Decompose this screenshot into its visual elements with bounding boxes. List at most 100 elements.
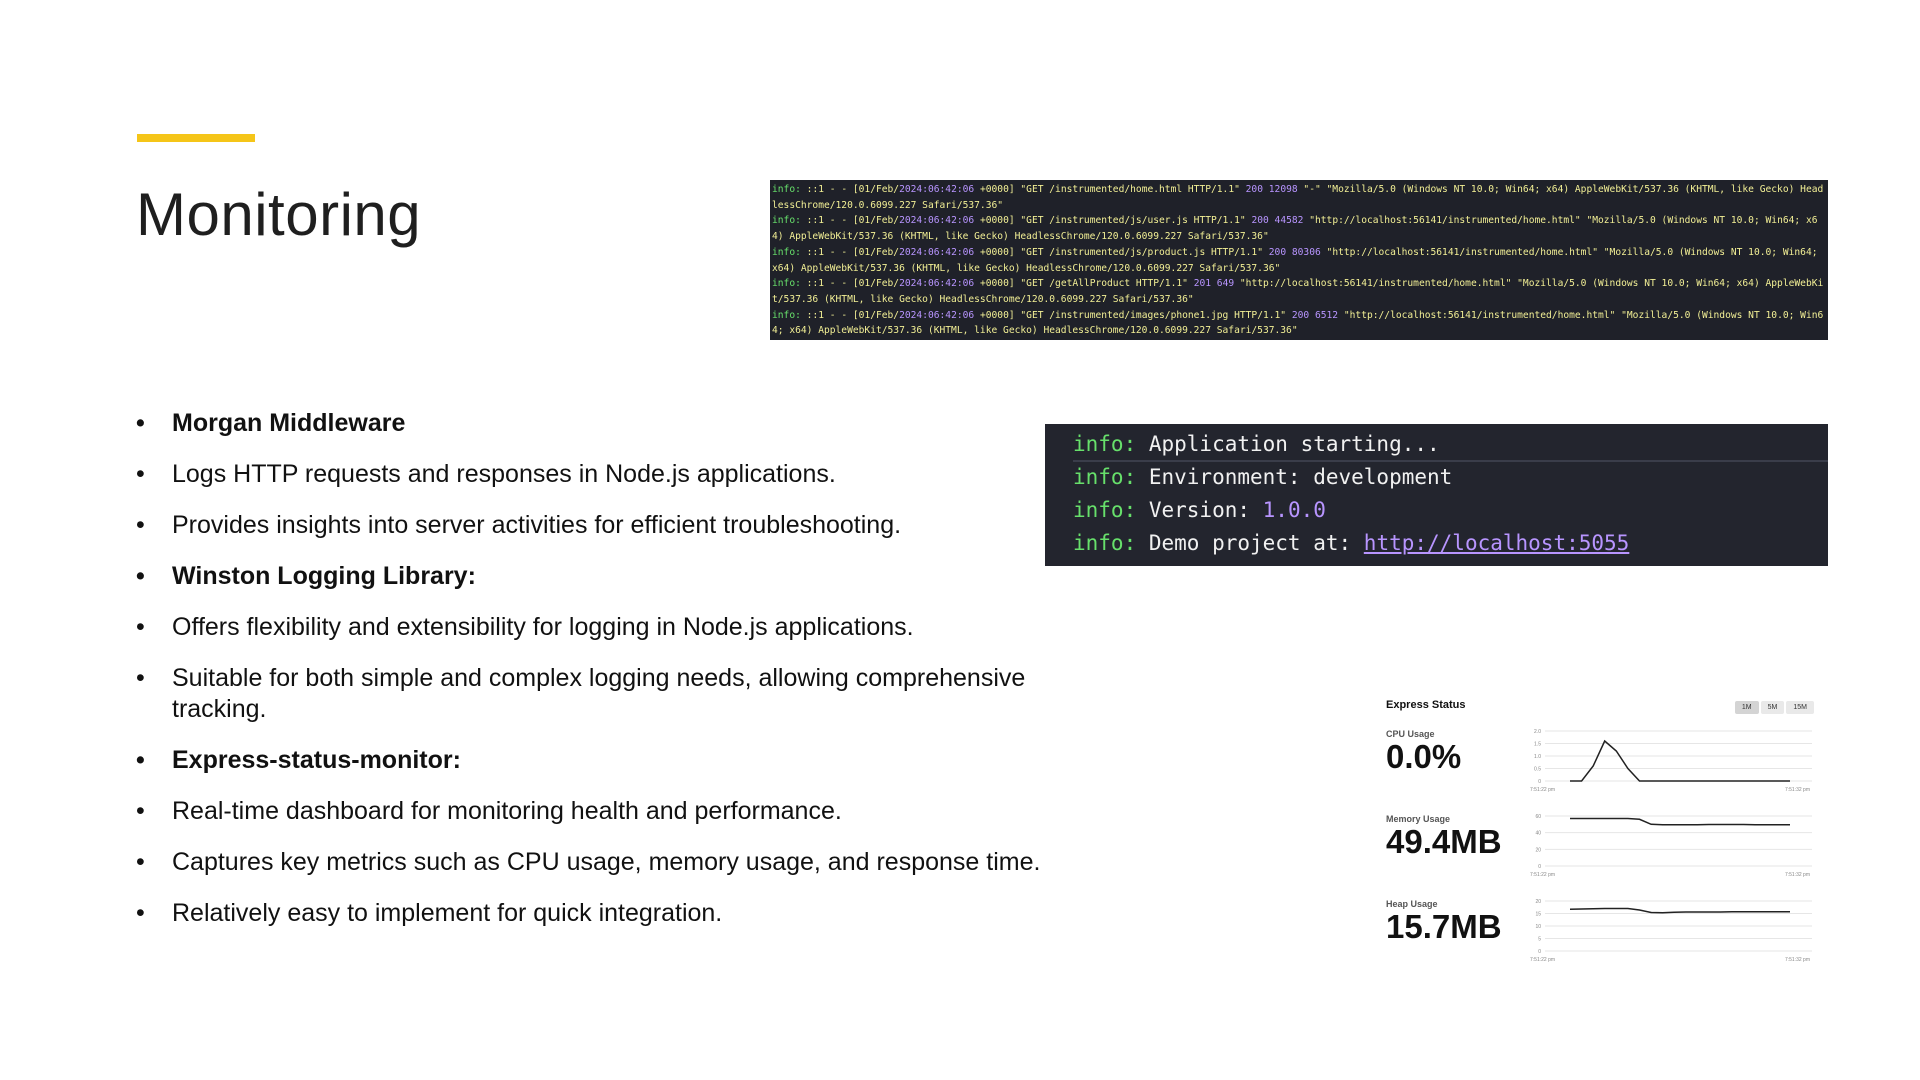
y-tick-label: 0	[1538, 949, 1541, 955]
bullet-text: Suitable for both simple and complex log…	[172, 664, 1026, 723]
log-message: Environment: development	[1136, 465, 1453, 489]
time-range-tab-1m[interactable]: 1M	[1734, 701, 1759, 714]
bullet-text: Winston Logging Library:	[172, 562, 476, 590]
log-level: info:	[772, 215, 801, 227]
y-tick-label: 0	[1538, 864, 1541, 870]
bullet-marker: •	[136, 797, 145, 825]
winston-log-line: info: Application starting...	[1073, 428, 1828, 461]
y-tick-label: 0.5	[1534, 767, 1541, 773]
log-size: 80306	[1291, 246, 1321, 258]
log-message: Demo project at:	[1136, 531, 1364, 555]
winston-log-line: info: Environment: development	[1073, 461, 1828, 494]
log-level: info:	[1073, 465, 1137, 489]
bullet-text: Morgan Middleware	[172, 409, 406, 437]
heap-usage-chart: 20 15 10 5 0 7:51:22 pm 7:51:32 pm	[1530, 899, 1812, 963]
log-date: 2024:06:42:06	[899, 278, 975, 290]
slide-title: Monitoring	[136, 181, 422, 248]
bullet-text: Logs HTTP requests and responses in Node…	[172, 460, 836, 488]
bullet-marker: •	[136, 746, 145, 774]
log-level: info:	[1073, 531, 1137, 555]
cpu-metric-value: 0.0%	[1386, 738, 1462, 775]
time-range-tabs: 1M 5M 15M	[1734, 701, 1814, 714]
time-range-tab-15m[interactable]: 15M	[1786, 701, 1814, 714]
y-tick-label: 1.5	[1534, 742, 1541, 748]
time-range-tab-5m[interactable]: 5M	[1760, 701, 1785, 714]
bullet-item: • Suitable for both simple and complex lo…	[136, 663, 1076, 725]
log-date: 2024:06:42:06	[899, 309, 975, 321]
log-prefix: ::1 - - [01/Feb/	[800, 246, 900, 258]
log-status: 200	[1291, 309, 1310, 321]
express-status-title: Express Status	[1386, 699, 1466, 711]
bullet-item: • Morgan Middleware	[136, 408, 1076, 439]
terminal-highlight-line	[1073, 460, 1828, 462]
heap-metric: Heap Usage 15.7MB	[1386, 899, 1502, 945]
cpu-series-line	[1570, 739, 1790, 782]
log-request: +0000] "GET /instrumented/home.html HTTP…	[974, 184, 1246, 195]
y-tick-label: 10	[1535, 924, 1541, 930]
log-date: 2024:06:42:06	[899, 246, 975, 258]
log-size: 44582	[1274, 215, 1304, 227]
heap-series-line	[1569, 907, 1790, 914]
cpu-usage-chart: 2.0 1.5 1.0 0.5 0 7:51:22 pm 7:51:32 pm	[1530, 729, 1812, 793]
memory-series-line	[1570, 817, 1790, 826]
bullet-marker: •	[136, 562, 145, 590]
log-request: +0000] "GET /getAllProduct HTTP/1.1"	[974, 278, 1194, 290]
log-status: 200	[1268, 246, 1287, 258]
log-date: 2024:06:42:06	[899, 215, 975, 227]
log-size: 12098	[1268, 184, 1298, 195]
y-tick-label: 40	[1535, 831, 1541, 837]
bullet-item: • Relatively easy to implement for quick …	[136, 898, 1076, 929]
demo-url-link[interactable]: http://localhost:5055	[1364, 531, 1630, 555]
bullet-item: • Winston Logging Library:	[136, 561, 1076, 592]
x-tick-label: 7:51:32 pm	[1785, 957, 1810, 963]
y-tick-label: 5	[1538, 937, 1541, 943]
title-accent-bar	[137, 134, 255, 142]
memory-metric-value: 49.4MB	[1386, 823, 1502, 860]
x-tick-label: 7:51:32 pm	[1785, 872, 1810, 878]
version-number: 1.0.0	[1262, 498, 1326, 522]
y-tick-label: 15	[1535, 912, 1541, 918]
winston-log-line: info: Version: 1.0.0	[1073, 494, 1828, 527]
bullet-text: Offers flexibility and extensibility for…	[172, 613, 914, 641]
bullet-item: • Captures key metrics such as CPU usage,…	[136, 847, 1076, 878]
bullet-item: • Offers flexibility and extensibility fo…	[136, 612, 1076, 643]
winston-log-line: info: Demo project at: http://localhost:…	[1073, 527, 1828, 560]
bullet-marker: •	[136, 613, 145, 641]
y-tick-label: 20	[1535, 847, 1541, 853]
bullet-list: • Morgan Middleware • Logs HTTP requests an…	[136, 408, 1076, 949]
log-size: 6512	[1314, 309, 1339, 321]
log-request: +0000] "GET /instrumented/js/product.js …	[974, 246, 1269, 258]
bullet-item: • Real-time dashboard for monitoring heal…	[136, 796, 1076, 827]
bullet-item: • Logs HTTP requests and responses in Nod…	[136, 459, 1076, 490]
bullet-marker: •	[136, 409, 145, 437]
log-status: 201	[1193, 278, 1212, 290]
bullet-marker: •	[136, 664, 145, 692]
log-level: info:	[1073, 432, 1137, 456]
y-tick-label: 2.0	[1534, 729, 1541, 735]
log-status: 200	[1245, 184, 1263, 195]
cpu-metric: CPU Usage 0.0%	[1386, 729, 1461, 775]
log-level: info:	[772, 184, 801, 195]
bullet-item: • Express-status-monitor:	[136, 745, 1076, 776]
log-message: Version:	[1136, 498, 1263, 522]
log-prefix: ::1 - - [01/Feb/	[800, 215, 900, 227]
log-level: info:	[772, 278, 801, 290]
bullet-item: • Provides insights into server activitie…	[136, 510, 1076, 541]
x-tick-label: 7:51:22 pm	[1530, 957, 1555, 963]
y-tick-label: 60	[1535, 814, 1541, 820]
bullet-marker: •	[136, 460, 145, 488]
log-level: info:	[772, 309, 801, 321]
log-level: info:	[1073, 498, 1137, 522]
bullet-text: Real-time dashboard for monitoring healt…	[172, 797, 842, 825]
memory-usage-chart: 60 40 20 0 7:51:22 pm 7:51:32 pm	[1530, 814, 1812, 878]
log-status: 200	[1251, 215, 1269, 227]
log-prefix: ::1 - - [01/Feb/	[800, 309, 900, 321]
x-tick-label: 7:51:22 pm	[1530, 787, 1555, 793]
log-date: 2024:06:42:06	[899, 184, 975, 195]
bullet-marker: •	[136, 899, 145, 927]
heap-metric-value: 15.7MB	[1386, 908, 1502, 945]
winston-log-screenshot: info: Application starting... info: Envir…	[1045, 424, 1828, 566]
log-request: +0000] "GET /instrumented/js/user.js HTT…	[974, 215, 1252, 227]
log-prefix: ::1 - - [01/Feb/	[800, 184, 900, 195]
y-tick-label: 20	[1535, 899, 1541, 905]
